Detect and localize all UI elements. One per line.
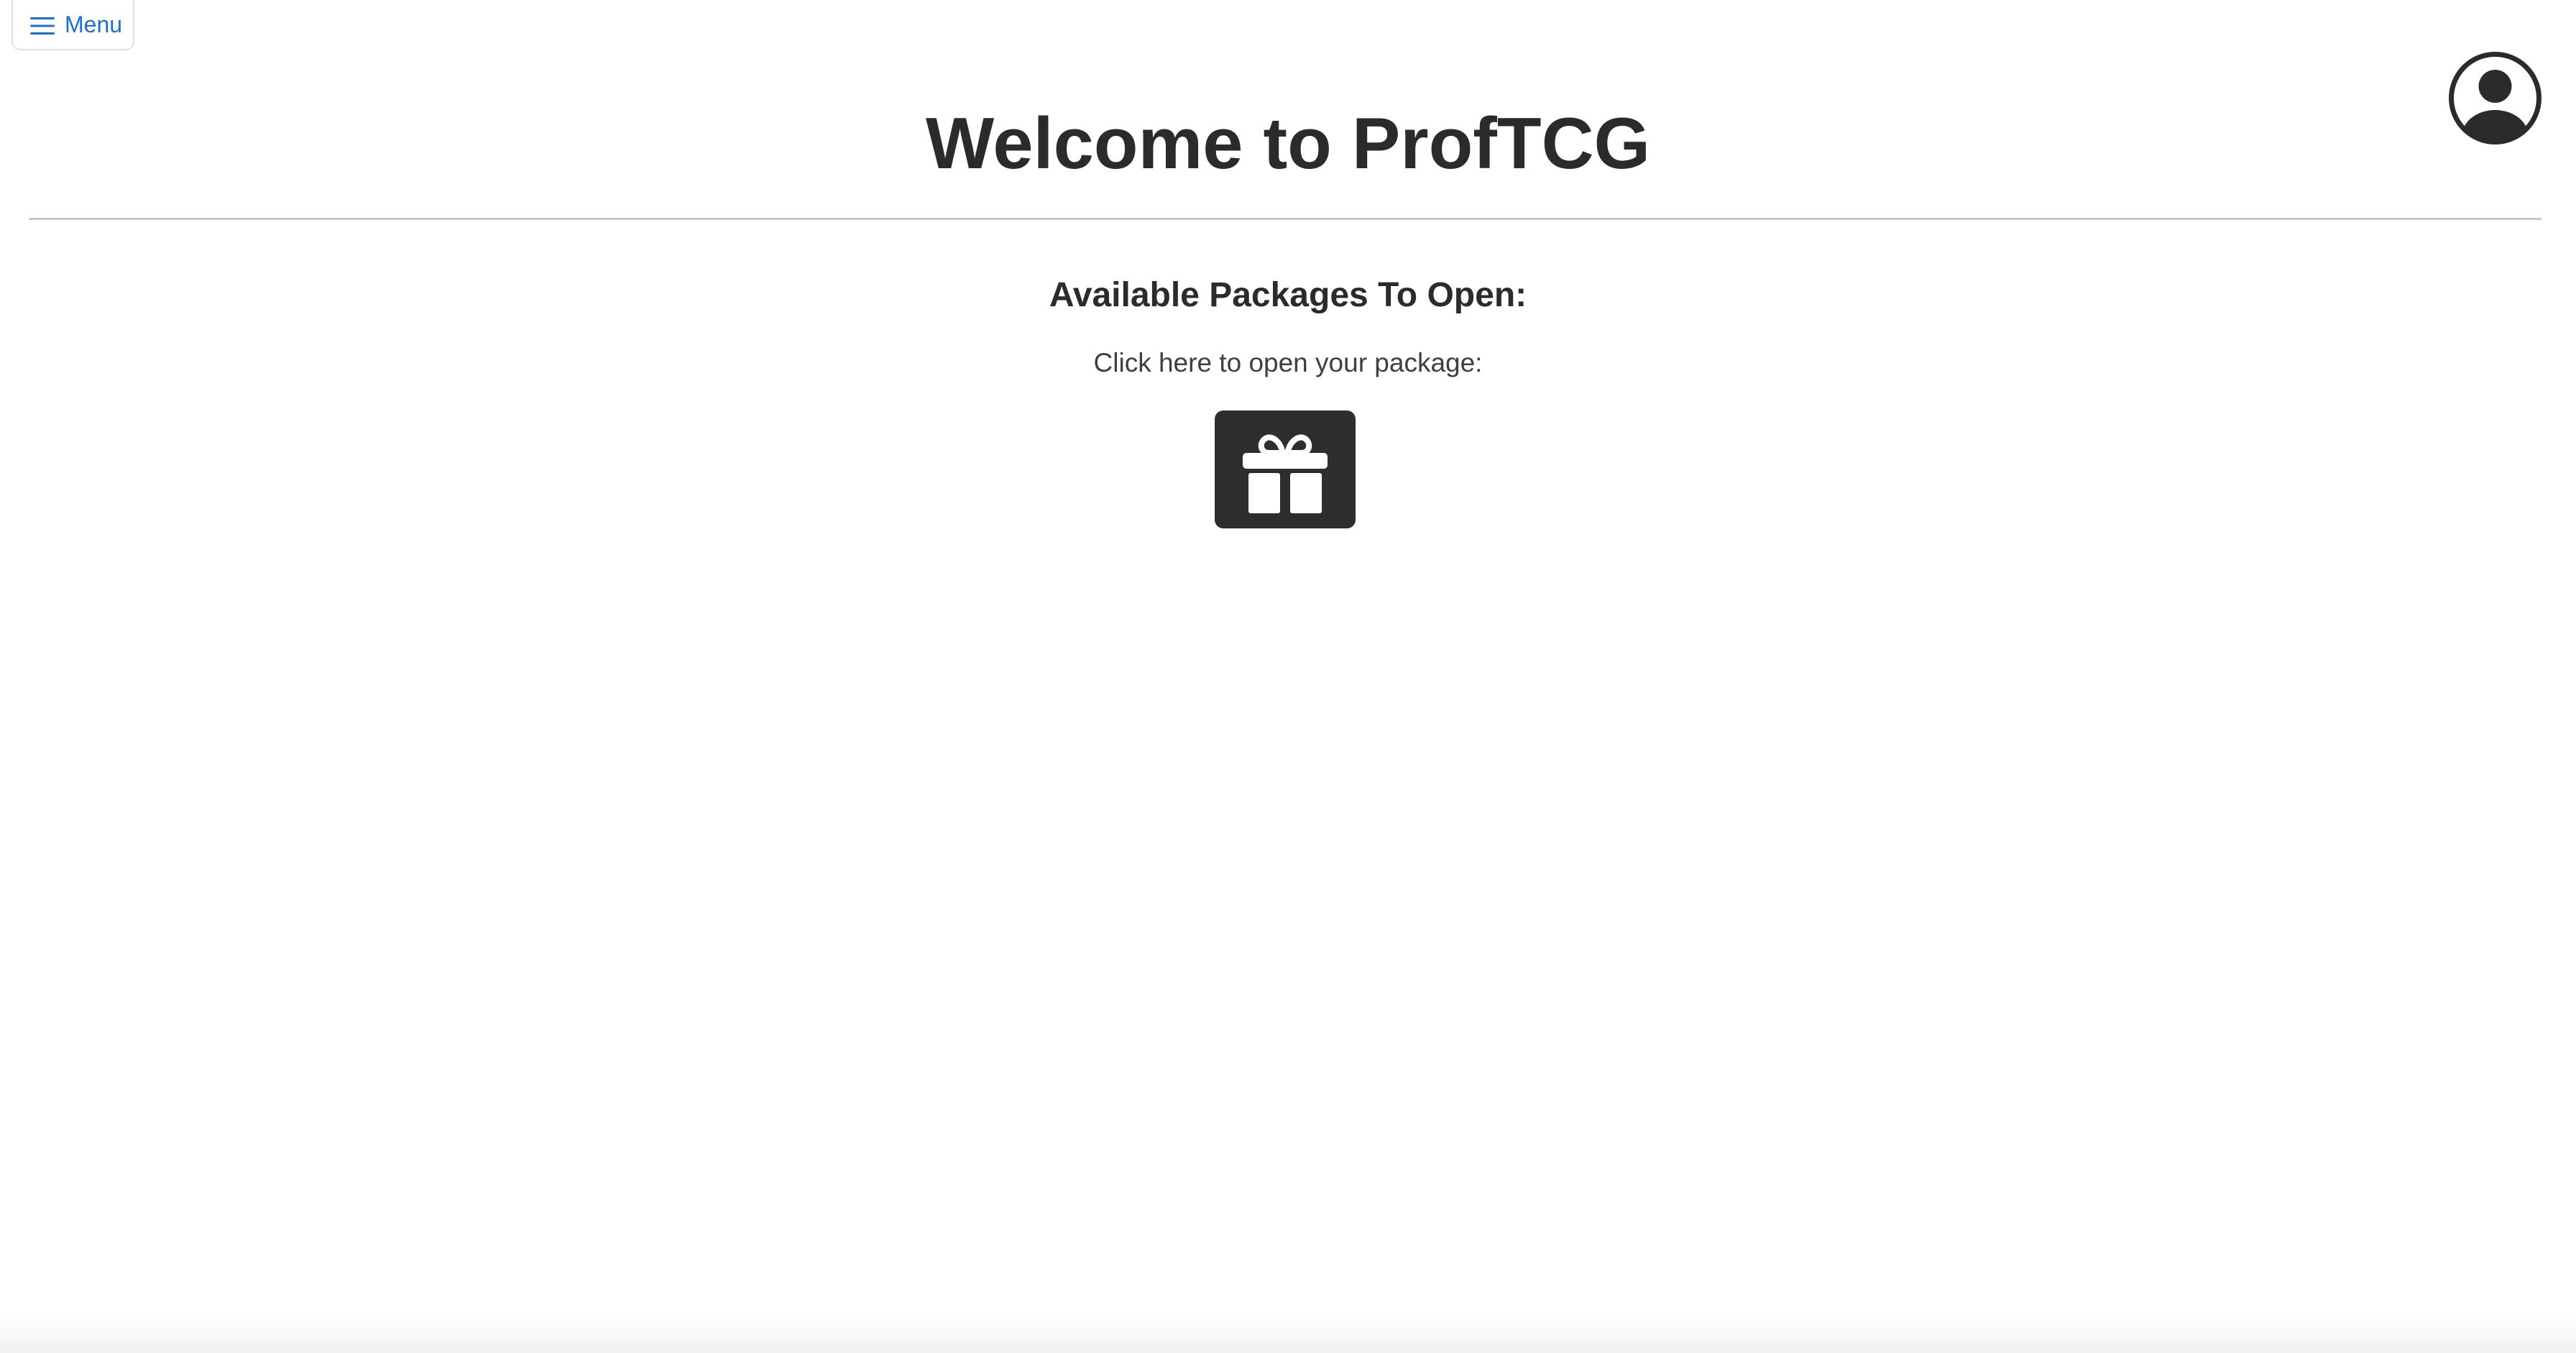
menu-button[interactable]: Menu (12, 0, 134, 50)
page-title: Welcome to ProfTCG (925, 104, 1651, 184)
section-heading: Available Packages To Open: (1049, 276, 1527, 314)
open-package-button[interactable] (1215, 411, 1356, 528)
open-package-instruction: Click here to open your package: (1093, 348, 1483, 377)
bottom-shade (0, 1310, 2576, 1353)
menu-label: Menu (65, 12, 123, 37)
page: Menu Welcome to ProfTCG Available Packag… (0, 0, 2576, 1353)
hamburger-icon (30, 16, 55, 36)
title-divider (29, 218, 2542, 220)
gift-icon (1243, 434, 1328, 513)
